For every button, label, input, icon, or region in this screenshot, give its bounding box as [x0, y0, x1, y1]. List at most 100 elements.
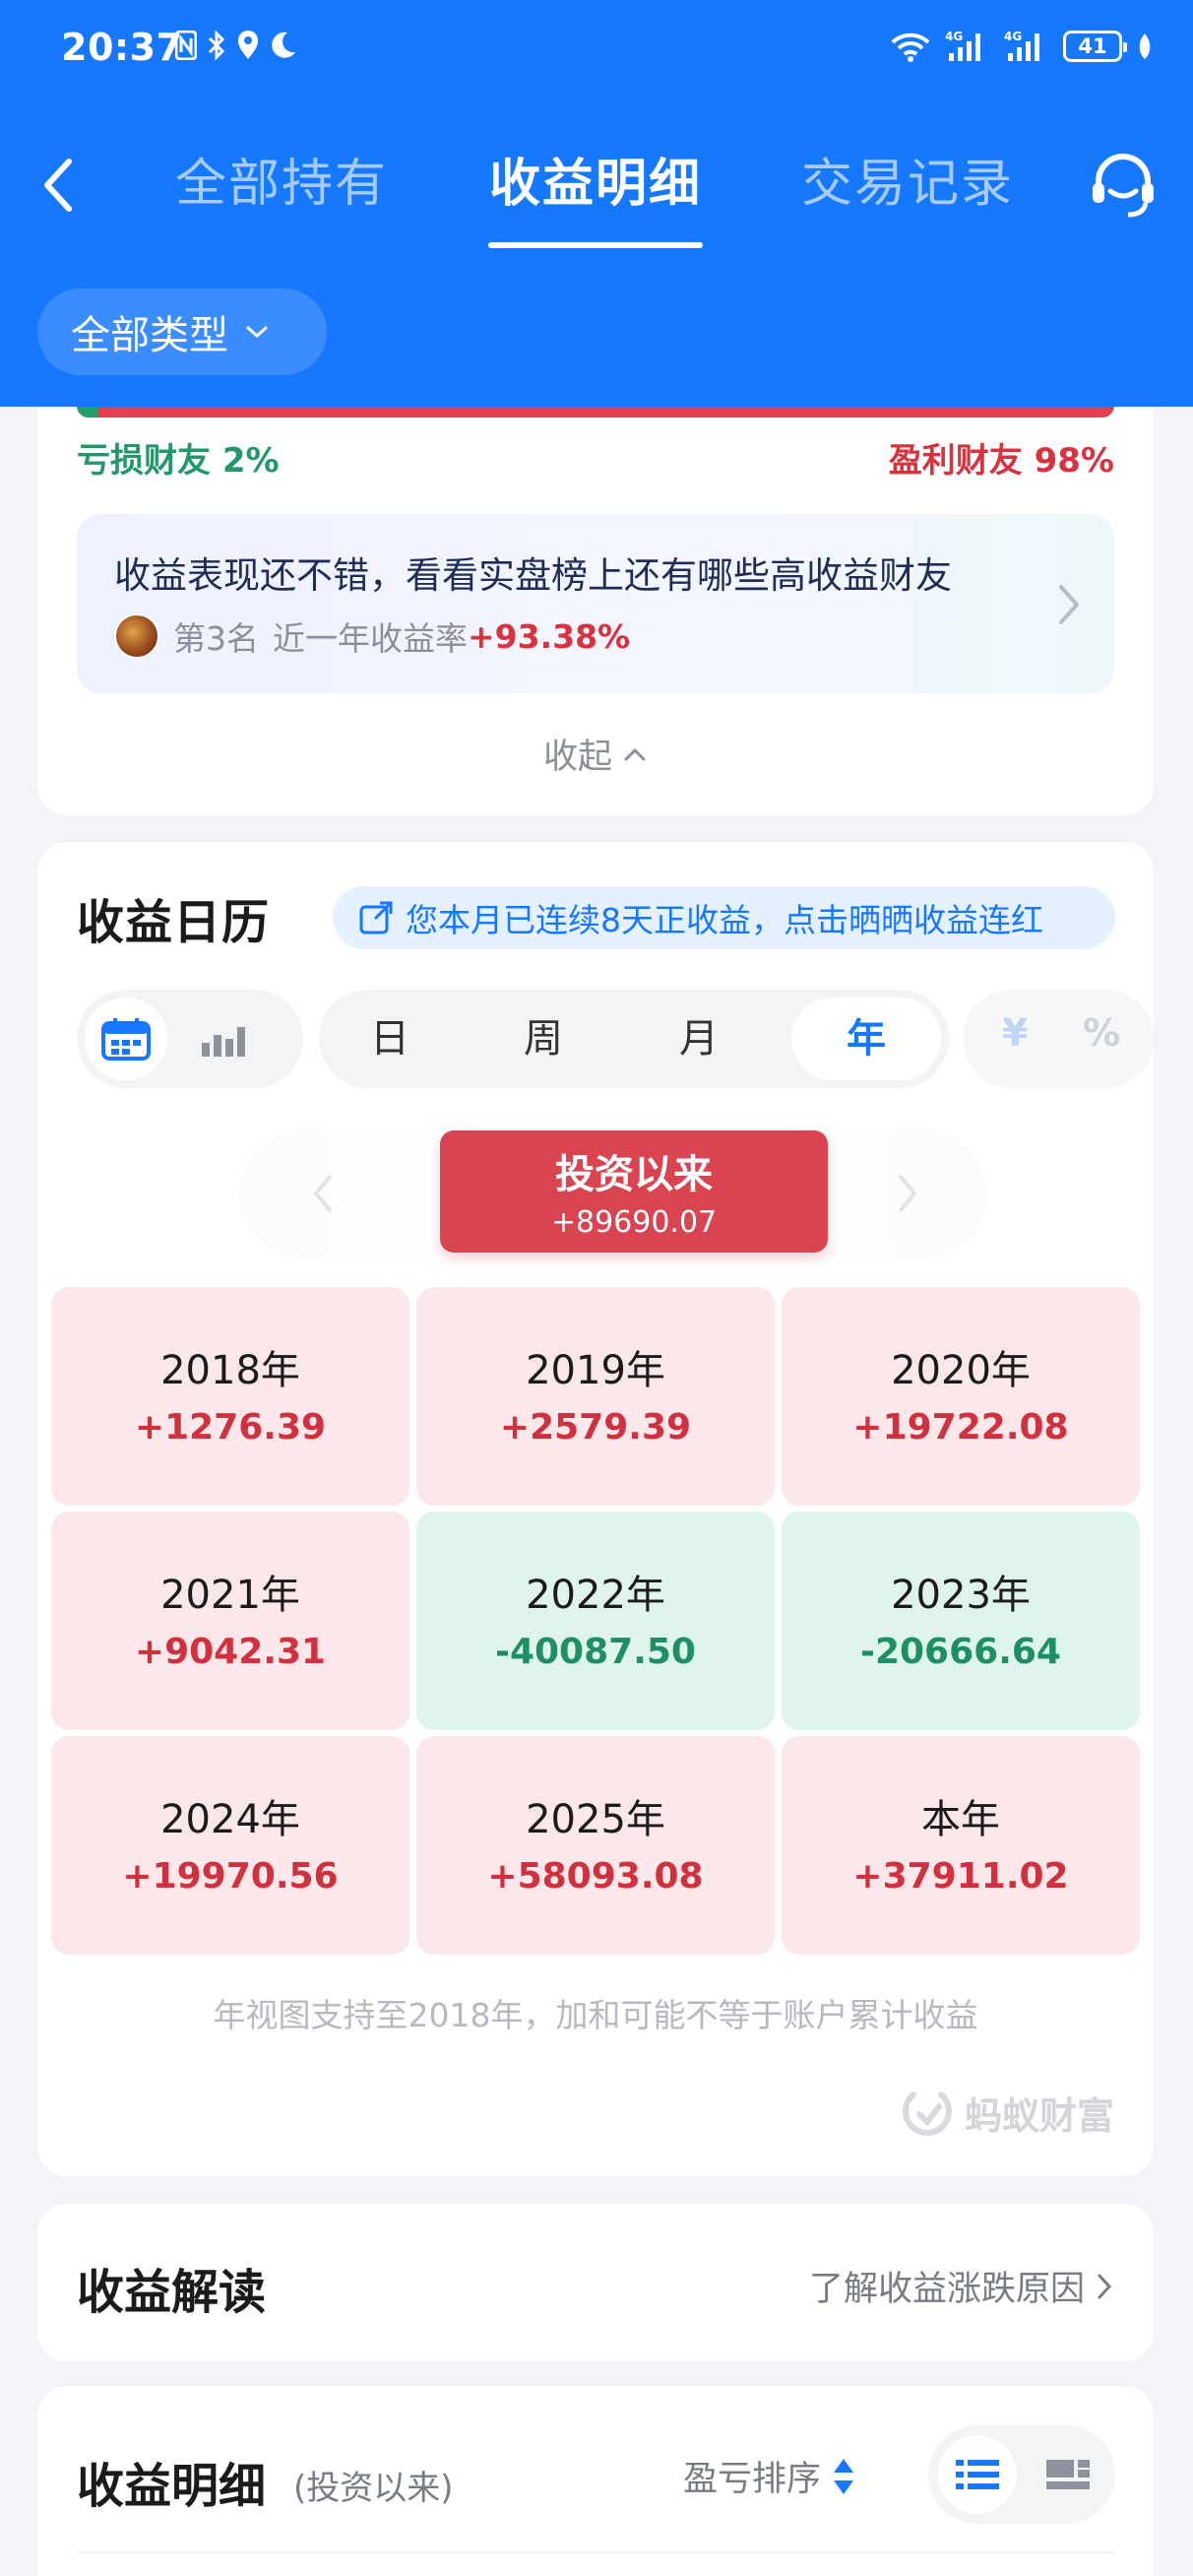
status-bar: 20:37 4G 4G 41 [0, 0, 1193, 98]
interpretation-link[interactable]: 了解收益涨跌原因 [809, 2261, 1114, 2311]
promo-rank: 第3名 [173, 619, 259, 658]
year-cell[interactable]: 2020年 +19722.08 [782, 1287, 1140, 1506]
sort-icon [834, 2458, 854, 2494]
year-cell[interactable]: 2024年 +19970.56 [51, 1736, 409, 1955]
leaderboard-promo[interactable]: 收益表现还不错，看看实盘榜上还有哪些高收益财友 第3名 近一年收益率 +93.38… [77, 514, 1114, 693]
promo-title: 收益表现还不错，看看实盘榜上还有哪些高收益财友 [114, 554, 952, 597]
ant-fortune-logo-icon [902, 2092, 952, 2136]
year-cell[interactable]: 2019年 +2579.39 [416, 1287, 775, 1506]
earnings-calendar-card: 收益日历 您本月已连续8天正收益，点击晒晒收益连红 日 周 月 年 ¥ % 投资… [37, 842, 1155, 2176]
year-view-note: 年视图支持至2018年，加和可能不等于账户累计收益 [213, 1996, 978, 2034]
profit-loss-sort-button[interactable]: 盈亏排序 [683, 2451, 856, 2501]
calendar-view-button[interactable] [85, 998, 167, 1080]
year-earnings-value: -20666.64 [860, 1632, 1061, 1672]
card-view-button[interactable] [1038, 2445, 1098, 2504]
list-icon [956, 2460, 999, 2489]
battery-indicator: 41 [1063, 31, 1127, 62]
promo-rate-value: +93.38% [468, 616, 631, 656]
status-time: 20:37 [61, 26, 183, 69]
chevron-right-icon [1098, 2274, 1112, 2298]
customer-service-icon[interactable] [1089, 146, 1158, 225]
chevron-right-icon [1059, 585, 1080, 624]
interpretation-link-label: 了解收益涨跌原因 [808, 2270, 1085, 2309]
top-nav: 全部持有 收益明细 交易记录 [0, 118, 1193, 256]
year-cell[interactable]: 本年 +37911.02 [782, 1736, 1140, 1955]
tab-earnings-detail[interactable]: 收益明细 [489, 142, 702, 216]
back-arrow-icon[interactable] [35, 146, 85, 225]
year-cell[interactable]: 2018年 +1276.39 [51, 1287, 409, 1506]
loss-investors-label: 亏损财友 2% [77, 441, 280, 481]
signal-icon-2: 4G [1004, 30, 1039, 61]
year-label: 2024年 [160, 1797, 300, 1842]
status-left-icons [175, 30, 297, 61]
since-inception-total[interactable]: 投资以来 +89690.07 [440, 1130, 828, 1253]
promo-rank-row: 第3名 近一年收益率 +93.38% [114, 612, 630, 660]
streak-share-banner[interactable]: 您本月已连续8天正收益，点击晒晒收益连红 [333, 886, 1115, 949]
earnings-detail-card: 收益明细 (投资以来) 盈亏排序 [37, 2386, 1154, 2576]
tab-transaction-records[interactable]: 交易记录 [801, 142, 1014, 216]
unit-percent[interactable]: % [1083, 1011, 1120, 1055]
brand-name: 蚂蚁财富 [964, 2093, 1114, 2138]
year-earnings-value: +19722.08 [852, 1407, 1069, 1448]
signal-icon: 4G [945, 30, 980, 61]
bar-chart-view-button[interactable] [193, 1009, 252, 1068]
calendar-view-toggle [77, 990, 303, 1088]
year-cell[interactable]: 2023年 -20666.64 [782, 1512, 1140, 1730]
detail-title: 收益明细 [77, 2459, 267, 2514]
year-label: 2019年 [526, 1348, 665, 1393]
type-filter-dropdown[interactable]: 全部类型 [37, 289, 327, 375]
moon-icon [272, 32, 295, 58]
year-cell[interactable]: 2022年 -40087.50 [416, 1512, 775, 1730]
calendar-icon [101, 1018, 151, 1061]
detail-view-toggle [928, 2425, 1115, 2524]
divider [77, 2551, 1114, 2553]
calendar-title: 收益日历 [77, 895, 271, 950]
since-inception-value: +89690.07 [550, 1205, 718, 1240]
year-label: 2021年 [160, 1573, 300, 1618]
collapse-button[interactable]: 收起 [37, 729, 1154, 779]
bar-chart-icon [202, 1027, 245, 1057]
card-layout-icon [1046, 2460, 1090, 2489]
list-view-button[interactable] [938, 2435, 1017, 2514]
period-week[interactable]: 周 [474, 1007, 612, 1070]
nfc-icon [175, 31, 197, 60]
brand-watermark: 蚂蚁财富 [900, 2085, 1114, 2140]
prev-arrow-icon[interactable] [308, 1169, 338, 1218]
status-right-icons: 4G 4G 41 [890, 30, 1154, 63]
unit-toggle: ¥ % [963, 990, 1155, 1088]
collapse-label: 收起 [542, 738, 612, 777]
year-earnings-value: +2579.39 [499, 1407, 692, 1448]
period-year[interactable]: 年 [791, 998, 941, 1080]
year-cell[interactable]: 2021年 +9042.31 [51, 1512, 409, 1730]
period-month[interactable]: 月 [630, 1007, 768, 1070]
interpretation-title: 收益解读 [77, 2265, 267, 2320]
year-label: 2020年 [891, 1348, 1031, 1393]
streak-text: 您本月已连续8天正收益，点击晒晒收益连红 [406, 901, 1043, 939]
since-inception-label: 投资以来 [555, 1152, 713, 1197]
svg-text:4G: 4G [1004, 30, 1022, 43]
detail-subtitle: (投资以来) [293, 2469, 454, 2508]
period-day[interactable]: 日 [321, 1007, 459, 1070]
sort-label: 盈亏排序 [683, 2460, 822, 2499]
app-header: 20:37 4G 4G 41 全部持有 收益明细 交易记录 全部类型 [0, 0, 1193, 407]
period-selector: 日 周 月 年 [319, 990, 949, 1088]
year-cell[interactable]: 2025年 +58093.08 [416, 1736, 775, 1955]
year-label: 本年 [921, 1797, 1000, 1842]
bluetooth-icon [208, 30, 225, 61]
promo-rate-label: 近一年收益率 [273, 619, 468, 658]
year-earnings-value: -40087.50 [495, 1632, 696, 1672]
location-icon [238, 31, 258, 59]
earnings-interpretation-card[interactable]: 收益解读 了解收益涨跌原因 [37, 2204, 1154, 2361]
next-arrow-icon[interactable] [893, 1169, 922, 1218]
year-earnings-value: +9042.31 [134, 1632, 327, 1672]
year-earnings-value: +1276.39 [134, 1407, 327, 1448]
tab-all-holdings[interactable]: 全部持有 [175, 142, 388, 216]
profit-investors-label: 盈利财友 98% [888, 441, 1114, 481]
year-label: 2022年 [526, 1573, 665, 1618]
investor-ratio-card: 亏损财友 2% 盈利财友 98% 收益表现还不错，看看实盘榜上还有哪些高收益财友… [37, 354, 1154, 815]
unit-currency[interactable]: ¥ [1002, 1011, 1028, 1055]
year-earnings-value: +37911.02 [852, 1856, 1069, 1897]
year-earnings-value: +58093.08 [487, 1856, 704, 1897]
yearly-earnings-grid: 2018年 +1276.39 2019年 +2579.39 2020年 +19722.08… [51, 1287, 1144, 1955]
wifi-icon [891, 32, 930, 62]
